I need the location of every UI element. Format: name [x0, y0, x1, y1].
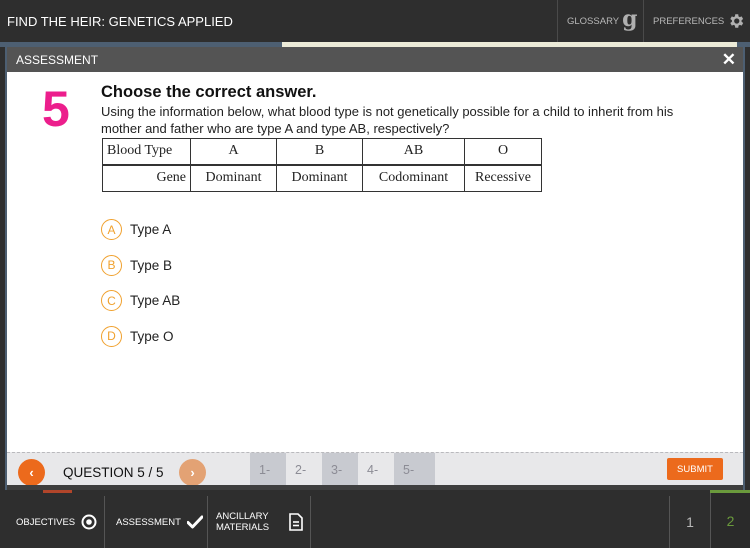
- glossary-icon: g: [622, 6, 638, 32]
- top-header: FIND THE HEIR: GENETICS APPLIED GLOSSARY…: [0, 0, 750, 42]
- table-cell: A: [190, 138, 277, 165]
- active-indicator: [43, 490, 72, 493]
- table-cell: Dominant: [276, 163, 363, 192]
- objectives-label: OBJECTIVES: [16, 516, 76, 528]
- question-page-2[interactable]: 2-: [286, 453, 322, 486]
- table-row: Gene Dominant Dominant Codominant Recess…: [102, 163, 542, 192]
- question-page-1[interactable]: 1-: [250, 453, 286, 486]
- assessment-tab[interactable]: ASSESSMENT: [105, 496, 208, 548]
- submit-button[interactable]: SUBMIT: [667, 458, 723, 480]
- question-page-3[interactable]: 3-: [322, 453, 358, 486]
- option-text: Type AB: [130, 293, 181, 309]
- bottom-navigation: OBJECTIVES ASSESSMENT ANCILLARY MATERIAL…: [0, 490, 750, 548]
- question-page-4[interactable]: 4-: [358, 453, 394, 486]
- chevron-left-icon: ‹: [29, 465, 34, 480]
- table-cell: AB: [362, 138, 465, 165]
- preferences-label: PREFERENCES: [653, 15, 725, 27]
- ancillary-materials-tab[interactable]: ANCILLARY MATERIALS: [208, 496, 311, 548]
- modal-body: 5 Choose the correct answer. Using the i…: [7, 72, 743, 452]
- answer-options: A Type A B Type B C Type AB D Type O: [101, 212, 180, 354]
- question-pages: 1- 2- 3- 4- 5-: [250, 453, 435, 486]
- document-icon: [289, 513, 303, 531]
- table-cell: O: [464, 138, 542, 165]
- blood-type-table: Blood Type A B AB O Gene Dominant Domina…: [102, 138, 542, 192]
- assessment-label: ASSESSMENT: [116, 516, 181, 528]
- previous-question-button[interactable]: ‹: [18, 459, 45, 486]
- glossary-button[interactable]: GLOSSARY g: [557, 0, 643, 42]
- modal-title: ASSESSMENT: [16, 53, 99, 67]
- ancillary-label-line1: ANCILLARY: [216, 511, 269, 522]
- preferences-button[interactable]: PREFERENCES: [643, 0, 750, 42]
- gear-icon: [730, 14, 744, 28]
- table-cell: Dominant: [190, 163, 277, 192]
- question-number: 5: [42, 81, 70, 137]
- option-text: Type A: [130, 222, 172, 238]
- table-cell: B: [276, 138, 363, 165]
- checkmark-icon: [186, 515, 203, 529]
- objectives-tab[interactable]: OBJECTIVES: [0, 496, 105, 548]
- table-cell: Blood Type: [102, 138, 191, 165]
- target-icon: [81, 514, 97, 530]
- answer-option-c[interactable]: C Type AB: [101, 283, 180, 319]
- table-cell: Codominant: [362, 163, 465, 192]
- ancillary-label: ANCILLARY MATERIALS: [216, 511, 269, 533]
- modal-header: ASSESSMENT ✕: [7, 47, 743, 72]
- option-letter-badge: C: [101, 290, 122, 312]
- chevron-right-icon: ›: [190, 465, 195, 480]
- table-cell: Recessive: [464, 163, 542, 192]
- page-2-button[interactable]: 2: [710, 493, 750, 548]
- answer-option-b[interactable]: B Type B: [101, 248, 180, 284]
- answer-option-a[interactable]: A Type A: [101, 212, 180, 248]
- option-letter-badge: D: [101, 325, 122, 347]
- option-letter-badge: A: [101, 219, 122, 241]
- question-text: Using the information below, what blood …: [101, 104, 674, 136]
- question-navigation: ‹ QUESTION 5 / 5 › 1- 2- 3- 4- 5- SUBMIT: [7, 452, 743, 486]
- answer-option-d[interactable]: D Type O: [101, 319, 180, 355]
- assessment-modal: ASSESSMENT ✕ 5 Choose the correct answer…: [5, 47, 745, 490]
- option-text: Type B: [130, 257, 173, 273]
- close-icon[interactable]: ✕: [722, 50, 736, 70]
- app-title: FIND THE HEIR: GENETICS APPLIED: [7, 14, 233, 29]
- table-cell: Gene: [102, 163, 191, 192]
- ancillary-label-line2: MATERIALS: [216, 522, 270, 533]
- option-text: Type O: [130, 328, 174, 344]
- question-prompt: Choose the correct answer.: [101, 83, 317, 101]
- page-1-button[interactable]: 1: [669, 496, 710, 548]
- question-page-5[interactable]: 5-: [394, 453, 435, 486]
- question-counter: QUESTION 5 / 5: [63, 465, 164, 480]
- next-question-button[interactable]: ›: [179, 459, 206, 486]
- glossary-label: GLOSSARY: [567, 15, 620, 27]
- table-header-row: Blood Type A B AB O: [102, 138, 542, 165]
- option-letter-badge: B: [101, 254, 122, 276]
